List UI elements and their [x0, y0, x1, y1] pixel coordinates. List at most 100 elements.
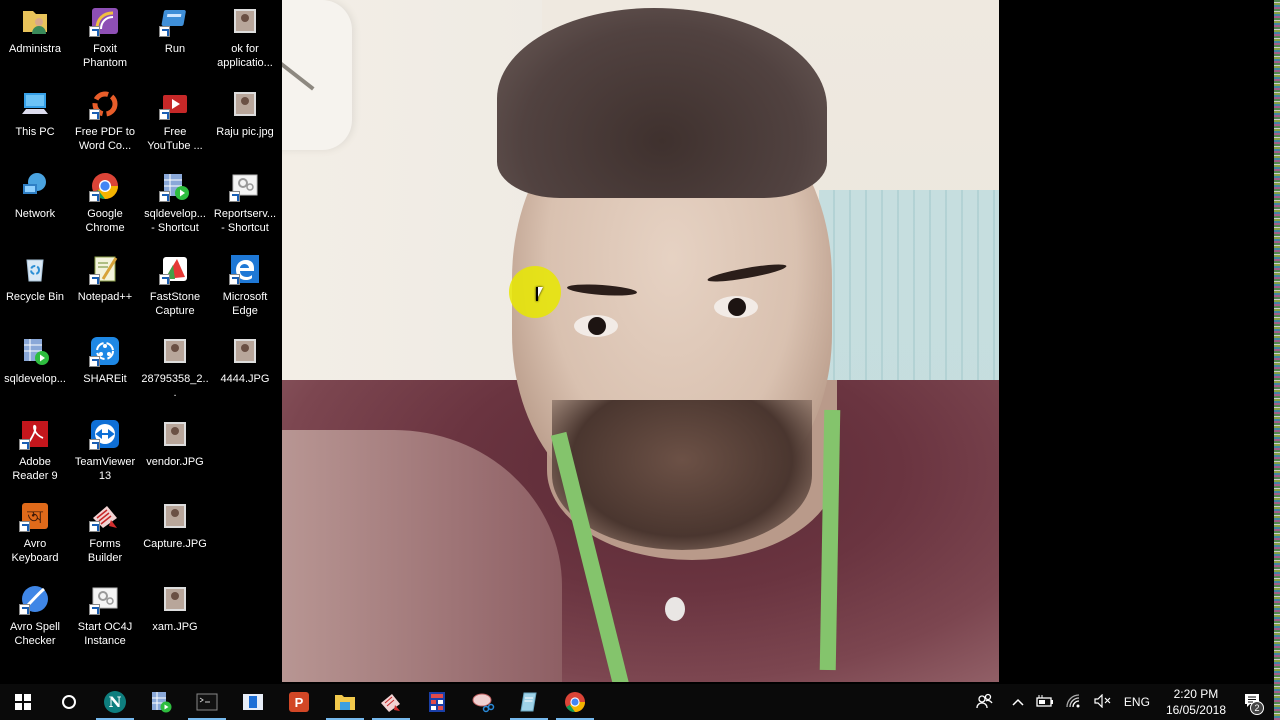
taskbar-app-window-app[interactable] — [230, 684, 276, 720]
desktop-empty-slot — [210, 415, 280, 498]
desktop-icon-label: SHAREit — [83, 373, 127, 385]
photo-beard — [552, 400, 812, 550]
cortana-search-button[interactable] — [46, 684, 92, 720]
photo-viewer-image[interactable] — [282, 0, 999, 682]
desktop-icon-label: Free YouTube ... — [147, 125, 203, 152]
shortcut-arrow-icon — [159, 108, 170, 120]
start-button[interactable] — [0, 684, 46, 720]
action-center-button[interactable]: 2 — [1236, 684, 1274, 720]
desktop-icon[interactable]: 4444.JPG — [210, 332, 280, 415]
shortcut-arrow-icon — [89, 108, 100, 120]
desktop-icon[interactable]: Free PDF to Word Co... — [70, 85, 140, 168]
taskbar-app-sqldeveloper[interactable] — [138, 684, 184, 720]
shortcut-arrow-icon — [159, 273, 170, 285]
desktop-icon[interactable]: Google Chrome — [70, 167, 140, 250]
desktop-icon-label: Reportserv... - Shortcut — [213, 208, 277, 234]
desktop-icon[interactable]: অ Avro Keyboard — [0, 497, 70, 580]
desktop-icon[interactable]: Raju pic.jpg — [210, 85, 280, 168]
desktop-icon-label: Network — [14, 208, 56, 220]
chrome-icon — [563, 690, 587, 714]
desktop-icon[interactable]: Foxit Phantom — [70, 2, 140, 85]
terminal-icon — [195, 690, 219, 714]
desktop-icon[interactable]: Start OC4J Instance — [70, 580, 140, 663]
taskbar-pinned-apps: NP — [92, 684, 598, 720]
desktop-icon[interactable]: Notepad++ — [70, 250, 140, 333]
photo-shirt-button — [665, 597, 685, 621]
desktop-icon[interactable]: Run — [140, 2, 210, 85]
desktop-icon-label: ok for applicatio... — [217, 43, 273, 69]
desktop-icon[interactable]: Reportserv... - Shortcut — [210, 167, 280, 250]
clock-button[interactable]: 2:20 PM 16/05/2018 — [1156, 684, 1236, 720]
people-icon — [976, 693, 994, 712]
shortcut-arrow-icon — [19, 521, 30, 532]
svg-text:P: P — [295, 695, 304, 710]
desktop-icon[interactable]: TeamViewer 13 — [70, 415, 140, 498]
image-file-icon — [159, 500, 191, 532]
desktop-icon-label: sqldevelop... - Shortcut — [144, 208, 206, 234]
notifications-icon: 2 — [1244, 693, 1264, 715]
desktop-icon[interactable]: 28795358_2... — [140, 332, 210, 415]
people-button[interactable] — [970, 684, 1000, 720]
input-language-label: ENG — [1123, 695, 1150, 709]
shortcut-arrow-icon — [159, 26, 170, 37]
desktop-icon[interactable]: xam.JPG — [140, 580, 210, 663]
taskbar-app-google-chrome[interactable] — [552, 684, 598, 720]
photo-eye-right — [714, 296, 758, 318]
window-icon — [241, 690, 265, 714]
taskbar-app-forms-builder[interactable] — [368, 684, 414, 720]
shareit-icon — [89, 335, 121, 367]
system-tray: ENG 2:20 PM 16/05/2018 2 — [970, 684, 1274, 720]
netscape-icon: N — [103, 690, 127, 714]
desktop-icon-label: FastStone Capture — [149, 290, 201, 317]
desktop-icon[interactable]: Microsoft Edge — [210, 250, 280, 333]
forms-builder-icon — [379, 690, 403, 714]
desktop-icon[interactable]: This PC — [0, 85, 70, 168]
volume-muted-icon — [1094, 693, 1112, 711]
desktop-icon[interactable]: Network — [0, 167, 70, 250]
desktop-icon[interactable]: Avro Spell Checker — [0, 580, 70, 663]
taskbar-app-snipping-tool[interactable] — [460, 684, 506, 720]
volume-button[interactable] — [1088, 684, 1118, 720]
svg-text:N: N — [109, 695, 122, 711]
taskbar-app-calculator-app[interactable] — [414, 684, 460, 720]
taskbar-app-nslookup-netscape[interactable]: N — [92, 684, 138, 720]
desktop-icon[interactable]: Forms Builder — [70, 497, 140, 580]
chevron-up-icon — [1012, 695, 1024, 709]
screen-edge-artifact — [1274, 0, 1280, 720]
show-hidden-icons-button[interactable] — [1006, 684, 1030, 720]
desktop-icon[interactable]: sqldevelop... - Shortcut — [140, 167, 210, 250]
desktop-icon[interactable]: Capture.JPG — [140, 497, 210, 580]
taskbar-app-notepad[interactable] — [506, 684, 552, 720]
taskbar-app-powerpoint-viewer[interactable]: P — [276, 684, 322, 720]
network-button[interactable] — [1060, 684, 1088, 720]
computer-icon — [19, 88, 51, 120]
sqldeveloper-icon — [159, 170, 191, 202]
input-language-button[interactable]: ENG — [1118, 684, 1156, 720]
desktop-icon-label: Recycle Bin — [5, 290, 65, 303]
desktop-icon[interactable]: Adobe Reader 9 — [0, 415, 70, 498]
desktop-icon[interactable]: sqldevelop... — [0, 332, 70, 415]
desktop-icon[interactable]: Free YouTube ... — [140, 85, 210, 168]
desktop-icon[interactable]: FastStone Capture — [140, 250, 210, 333]
desktop-icon[interactable]: Recycle Bin — [0, 250, 70, 333]
desktop-icon-label: Capture.JPG — [143, 538, 207, 550]
desktop-icon[interactable]: vendor.JPG — [140, 415, 210, 498]
taskbar-app-file-explorer[interactable] — [322, 684, 368, 720]
teamviewer-icon — [89, 418, 121, 450]
sqldeveloper-icon — [19, 335, 51, 367]
cursor-highlight — [509, 266, 561, 318]
desktop-icon[interactable]: Administra — [0, 2, 70, 85]
desktop-icon-label: Forms Builder — [87, 538, 123, 564]
desktop: Administra Foxit Phantom Run ok for applica… — [0, 0, 1280, 684]
recycle-bin-icon — [19, 253, 51, 285]
desktop-icon[interactable]: SHAREit — [70, 332, 140, 415]
calculator-icon — [425, 690, 449, 714]
taskbar-app-command-prompt[interactable] — [184, 684, 230, 720]
image-file-icon — [159, 418, 191, 450]
desktop-icon[interactable]: ok for applicatio... — [210, 2, 280, 85]
battery-button[interactable] — [1030, 684, 1060, 720]
image-file-icon — [229, 5, 261, 37]
shortcut-arrow-icon — [89, 603, 100, 615]
photo-curtain — [819, 190, 999, 410]
desktop-icon-label: This PC — [15, 125, 55, 138]
